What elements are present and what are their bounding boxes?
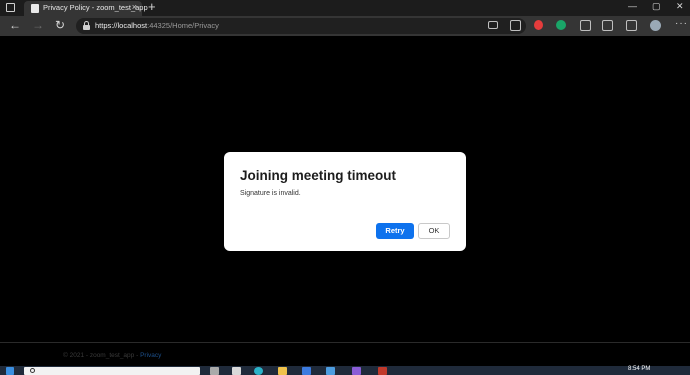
visual-studio-icon[interactable] bbox=[352, 367, 361, 375]
minimize-icon[interactable]: — bbox=[628, 1, 637, 11]
settings-menu-icon[interactable]: ··· bbox=[675, 18, 688, 29]
profile-avatar[interactable] bbox=[650, 20, 661, 31]
ok-button[interactable]: OK bbox=[418, 223, 450, 239]
tab-close-icon[interactable]: × bbox=[132, 2, 137, 12]
close-window-icon[interactable]: ✕ bbox=[676, 1, 684, 12]
refresh-icon[interactable]: ↻ bbox=[55, 18, 65, 32]
taskbar: 8:54 PM bbox=[0, 366, 690, 375]
collections-icon[interactable] bbox=[626, 20, 637, 31]
tab-bar: Privacy Policy - zoom_test_app × + — ▢ ✕ bbox=[0, 0, 690, 16]
taskbar-search[interactable] bbox=[24, 367, 200, 375]
new-tab-icon[interactable]: + bbox=[148, 0, 156, 14]
maximize-icon[interactable]: ▢ bbox=[652, 1, 661, 12]
favorites-icon[interactable] bbox=[602, 20, 613, 31]
dialog-title: Joining meeting timeout bbox=[240, 168, 397, 183]
task-view-icon[interactable] bbox=[210, 367, 219, 375]
forward-icon[interactable]: → bbox=[32, 18, 44, 32]
privacy-link[interactable]: Privacy bbox=[140, 352, 161, 359]
extensions-icon[interactable] bbox=[580, 20, 591, 31]
search-icon bbox=[30, 368, 35, 373]
grammarly-icon[interactable] bbox=[556, 20, 566, 30]
file-explorer-icon[interactable] bbox=[278, 367, 287, 375]
address-bar: ← → ↻ https://localhost:44325/Home/Priva… bbox=[0, 16, 690, 36]
footer-copyright: © 2021 - zoom_test_app - Privacy bbox=[63, 352, 162, 359]
dialog-message: Signature is invalid. bbox=[240, 190, 301, 197]
favorite-icon[interactable] bbox=[510, 20, 521, 31]
back-icon[interactable]: ← bbox=[9, 18, 21, 32]
taskbar-app-icon[interactable] bbox=[232, 367, 241, 375]
edge-icon[interactable] bbox=[254, 367, 263, 375]
url-field[interactable]: https://localhost:44325/Home/Privacy bbox=[76, 18, 526, 34]
taskbar-red-app-icon[interactable] bbox=[378, 367, 387, 375]
taskbar-clock: 8:54 PM bbox=[628, 366, 651, 372]
start-icon[interactable] bbox=[6, 367, 14, 375]
page-favicon-icon bbox=[31, 4, 39, 13]
url-text: https://localhost:44325/Home/Privacy bbox=[95, 21, 219, 30]
retry-button[interactable]: Retry bbox=[376, 223, 414, 239]
tab-actions-icon[interactable] bbox=[4, 2, 18, 14]
extension-red-icon[interactable] bbox=[534, 20, 543, 30]
page-footer: © 2021 - zoom_test_app - Privacy bbox=[0, 342, 690, 366]
vscode-icon[interactable] bbox=[326, 367, 335, 375]
lock-icon bbox=[83, 21, 90, 30]
browser-tab[interactable]: Privacy Policy - zoom_test_app × bbox=[24, 1, 148, 16]
mail-icon[interactable] bbox=[302, 367, 311, 375]
camera-icon[interactable] bbox=[488, 21, 498, 29]
timeout-dialog: Joining meeting timeout Signature is inv… bbox=[224, 152, 466, 251]
